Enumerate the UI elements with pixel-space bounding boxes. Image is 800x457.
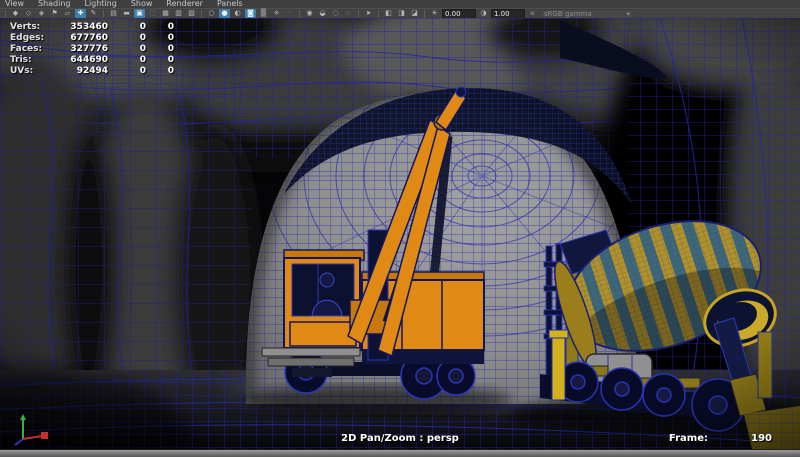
hud-value-other: 0 xyxy=(167,43,174,54)
hud-value-total: 92494 xyxy=(76,65,108,76)
hud-row-uvs: UVs: 92494 0 0 xyxy=(10,65,174,76)
exposure-field[interactable] xyxy=(442,8,476,19)
toolbar-separator xyxy=(358,9,359,18)
hud-row-faces: Faces: 327776 0 0 xyxy=(10,43,174,54)
hud-row-edges: Edges: 677760 0 0 xyxy=(10,32,174,43)
hud-row-verts: Verts: 353460 0 0 xyxy=(10,21,174,32)
lighted-icon: ▢ xyxy=(149,9,156,17)
hud-value-other: 0 xyxy=(167,32,174,43)
hud-label: UVs: xyxy=(10,65,34,76)
menu-renderer[interactable]: Renderer xyxy=(166,0,203,8)
smooth-shade-icon[interactable]: ▬ xyxy=(121,9,132,18)
hud-label: Faces: xyxy=(10,43,43,54)
half-light-icon[interactable]: ◒ xyxy=(317,9,328,18)
ambient-occlusion-icon[interactable]: ▒ xyxy=(258,9,269,18)
use-default-material-icon[interactable]: ▦ xyxy=(160,9,171,18)
hud-value-selected: 0 xyxy=(139,21,146,32)
pane-layout-b-icon[interactable]: ◨ xyxy=(396,9,407,18)
pane-maximize-icon[interactable]: ◪ xyxy=(409,9,420,18)
hud-value-selected: 0 xyxy=(139,65,146,76)
hud-value-selected: 0 xyxy=(139,43,146,54)
pan-zoom-2d-icon[interactable]: ✚ xyxy=(75,9,86,18)
fog-icon: ◦ xyxy=(287,9,292,17)
axis-z xyxy=(14,438,24,446)
hud-row-tris: Tris: 644690 0 0 xyxy=(10,54,174,65)
toolbar-separator xyxy=(103,9,104,18)
textured-icon[interactable]: ▣ xyxy=(134,9,145,18)
hud-value-selected: 0 xyxy=(139,54,146,65)
srgb-gamma-dropdown: sRGB gamma ▾ xyxy=(540,8,634,19)
menu-view[interactable]: View xyxy=(5,0,24,8)
panel-menubar: View Shading Lighting Show Renderer Pane… xyxy=(0,0,800,8)
hud-value-other: 0 xyxy=(167,21,174,32)
flat-lighting-icon[interactable]: ◐ xyxy=(232,9,243,18)
panel-toolbar: ◆ ◇ ◈ ⚑ ▱ ✚ ✎ ▤ ▬ ▣ ▢ ▦ ▥ ▧ ○ ● ◐ ◙ ▒ ✳ … xyxy=(0,8,800,19)
hud-label: Tris: xyxy=(10,54,32,65)
hud-value-total: 677760 xyxy=(70,32,108,43)
light-bulb-icon[interactable]: ◉ xyxy=(304,9,315,18)
wireframe-icon[interactable]: ▤ xyxy=(108,9,119,18)
select-camera-icon[interactable]: ◆ xyxy=(10,9,21,18)
camera-attributes-icon[interactable]: ◈ xyxy=(36,9,47,18)
hud-value-total: 353460 xyxy=(70,21,108,32)
toolbar-separator xyxy=(299,9,300,18)
menu-lighting[interactable]: Lighting xyxy=(84,0,116,8)
motion-blur-icon[interactable]: ✳ xyxy=(271,9,282,18)
hud-value-selected: 0 xyxy=(139,32,146,43)
viewport-3d-scene xyxy=(0,18,800,449)
hud-frame-value: 190 xyxy=(751,433,772,444)
shadows-icon[interactable]: ◙ xyxy=(245,9,256,18)
menu-show[interactable]: Show xyxy=(131,0,153,8)
toolbar-separator xyxy=(378,9,379,18)
wireframe-on-shaded-icon[interactable]: ▥ xyxy=(173,9,184,18)
time-slider-edge[interactable] xyxy=(0,449,800,457)
menu-shading[interactable]: Shading xyxy=(38,0,71,8)
default-lighting-icon[interactable]: ○ xyxy=(206,9,217,18)
toolbar-separator xyxy=(424,9,425,18)
axis-x-cube xyxy=(41,432,48,439)
all-lights-icon[interactable]: ● xyxy=(219,9,230,18)
pane-layout-a-icon[interactable]: ◧ xyxy=(383,9,394,18)
grease-pencil-icon[interactable]: ✎ xyxy=(88,9,99,18)
srgb-gamma-label: sRGB gamma xyxy=(544,9,592,18)
exposure-icon[interactable]: ☀ xyxy=(429,9,440,18)
contrast-icon[interactable]: ◑ xyxy=(478,9,489,18)
maya-viewport-window: View Shading Lighting Show Renderer Pane… xyxy=(0,0,800,457)
hud-label: Edges: xyxy=(10,32,45,43)
hud-frame-label: Frame: xyxy=(668,433,708,444)
chevron-down-icon: ▾ xyxy=(626,9,630,18)
image-plane-icon[interactable]: ▱ xyxy=(62,9,73,18)
hud-poly-count: Verts: 353460 0 0 Edges: 677760 0 0 Face… xyxy=(10,21,174,76)
hud-value-other: 0 xyxy=(167,54,174,65)
gamma-field[interactable] xyxy=(491,8,525,19)
toolbar-separator xyxy=(5,9,6,18)
extra-display-icon: ▫ xyxy=(346,9,351,17)
lock-camera-icon[interactable]: ◇ xyxy=(23,9,34,18)
hud-label: Verts: xyxy=(10,21,41,32)
axis-y-arrow xyxy=(20,414,26,420)
hud-value-total: 327776 xyxy=(70,43,108,54)
texture-view-icon[interactable]: ▧ xyxy=(186,9,197,18)
hud-value-total: 644690 xyxy=(70,54,108,65)
axis-gizmo xyxy=(14,414,48,446)
viewport-3d[interactable]: Verts: 353460 0 0 Edges: 677760 0 0 Face… xyxy=(0,18,800,449)
isolate-select-icon[interactable]: ➤ xyxy=(363,9,374,18)
circle-select-icon[interactable]: ◌ xyxy=(330,9,341,18)
bookmark-icon[interactable]: ⚑ xyxy=(49,9,60,18)
gamma-icon: ▪ xyxy=(530,9,535,17)
toolbar-separator xyxy=(201,9,202,18)
hud-value-other: 0 xyxy=(167,65,174,76)
axis-x xyxy=(22,435,43,440)
menu-panels[interactable]: Panels xyxy=(217,0,243,8)
